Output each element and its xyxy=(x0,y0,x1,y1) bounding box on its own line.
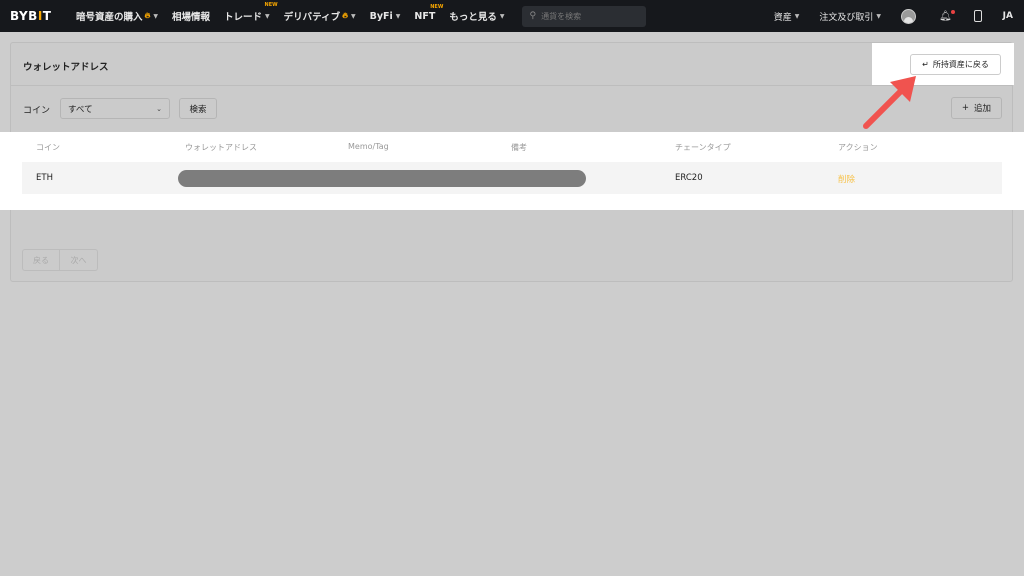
nav-label: トレード xyxy=(224,12,263,23)
nav-label: ByFi xyxy=(369,10,393,22)
caret-down-icon: ▼ xyxy=(876,12,881,20)
search-icon: ⚲ xyxy=(529,11,537,21)
back-button-label: 所持資産に戻る xyxy=(932,60,989,69)
caret-down-icon: ▼ xyxy=(265,12,270,20)
nav-label: もっと見る xyxy=(449,12,497,23)
nav-assets[interactable]: 資産 ▼ xyxy=(774,10,800,23)
user-avatar-icon[interactable] xyxy=(900,8,916,24)
caret-down-icon: ▼ xyxy=(794,12,800,20)
redacted-wallet-address xyxy=(178,170,586,187)
top-navigation-bar: BYBIT 暗号資産の購入 🔥︎ ▼ 相場情報 トレード ▼ NEW デリバティ… xyxy=(0,0,1024,32)
nav-derivatives[interactable]: デリバティブ 🔥︎ ▼ xyxy=(284,9,356,23)
nav-label: 注文及び取引 xyxy=(819,12,874,23)
bybit-logo[interactable]: BYBIT xyxy=(10,9,62,23)
nav-markets[interactable]: 相場情報 xyxy=(172,9,210,23)
caret-down-icon: ▼ xyxy=(395,12,401,20)
logo-text: BYB xyxy=(10,9,38,23)
caret-down-icon: ▼ xyxy=(499,12,505,20)
annotation-arrow-icon xyxy=(863,76,916,129)
delete-link[interactable]: 削除 xyxy=(838,173,855,185)
nav-label: NFT xyxy=(414,10,436,22)
new-badge: NEW xyxy=(430,3,444,10)
table-header: コイン ウォレットアドレス Memo/Tag 備考 チェーンタイプ アクション xyxy=(22,142,1002,154)
caret-down-icon: ▼ xyxy=(153,12,159,20)
header-memo-tag: Memo/Tag xyxy=(348,142,389,151)
nav-more[interactable]: もっと見る ▼ xyxy=(449,9,504,23)
header-action: アクション xyxy=(838,143,878,152)
return-arrow-icon: ↵ xyxy=(922,60,929,69)
pagination: 戻る 次へ xyxy=(22,249,98,271)
header-coin: コイン xyxy=(36,143,60,152)
nav-label: デリバティブ xyxy=(283,12,341,23)
language-selector[interactable]: JA xyxy=(1003,11,1013,21)
coin-search-input[interactable]: ⚲ 通貨を検索 xyxy=(522,5,647,27)
cell-chain-type: ERC20 xyxy=(675,173,703,183)
prev-page-button[interactable]: 戻る xyxy=(22,249,60,271)
coin-select[interactable]: すべて ⌄ xyxy=(60,98,170,119)
coin-select-value: すべて xyxy=(68,104,93,115)
add-button-label: 追加 xyxy=(974,104,992,114)
notification-bell-icon[interactable]: 🔔︎ xyxy=(939,9,955,22)
nav-label: 暗号資産の購入 xyxy=(76,12,143,23)
nav-right-group: 資産 ▼ 注文及び取引 ▼ 🔔︎ JA xyxy=(774,0,1024,32)
logo-text-tail: T xyxy=(42,9,52,23)
page-title: ウォレットアドレス xyxy=(23,62,109,73)
notification-dot xyxy=(950,9,955,14)
flame-icon: 🔥︎ xyxy=(144,11,151,20)
nav-buy-crypto[interactable]: 暗号資産の購入 🔥︎ ▼ xyxy=(76,9,158,23)
flame-icon: 🔥︎ xyxy=(342,11,348,20)
search-placeholder: 通貨を検索 xyxy=(541,11,582,21)
nav-nft[interactable]: NFT NEW xyxy=(414,4,443,22)
next-page-button[interactable]: 次へ xyxy=(60,249,98,271)
header-wallet-address: ウォレットアドレス xyxy=(185,143,257,152)
header-chain-type: チェーンタイプ xyxy=(675,143,731,152)
wallet-address-table: コイン ウォレットアドレス Memo/Tag 備考 チェーンタイプ アクション … xyxy=(0,132,1024,210)
back-to-assets-button[interactable]: ↵ 所持資産に戻る xyxy=(910,54,1001,75)
table-row: ETH ERC20 削除 xyxy=(22,162,1002,194)
nav-label: 資産 xyxy=(773,12,792,23)
coin-filter-label: コイン xyxy=(23,106,51,116)
caret-down-icon: ▼ xyxy=(350,12,356,20)
plus-icon: + xyxy=(961,103,970,113)
cell-coin: ETH xyxy=(36,173,53,183)
nav-label: 相場情報 xyxy=(172,12,211,23)
nav-trade[interactable]: トレード ▼ NEW xyxy=(224,2,278,23)
nav-byfi[interactable]: ByFi ▼ xyxy=(370,11,401,22)
new-badge: NEW xyxy=(264,2,278,8)
add-address-button[interactable]: + 追加 xyxy=(951,97,1002,119)
nav-orders[interactable]: 注文及び取引 ▼ xyxy=(819,10,881,23)
mobile-app-icon[interactable] xyxy=(973,10,982,22)
chevron-down-icon: ⌄ xyxy=(156,104,162,113)
search-button[interactable]: 検索 xyxy=(179,98,217,119)
header-note: 備考 xyxy=(511,143,527,152)
